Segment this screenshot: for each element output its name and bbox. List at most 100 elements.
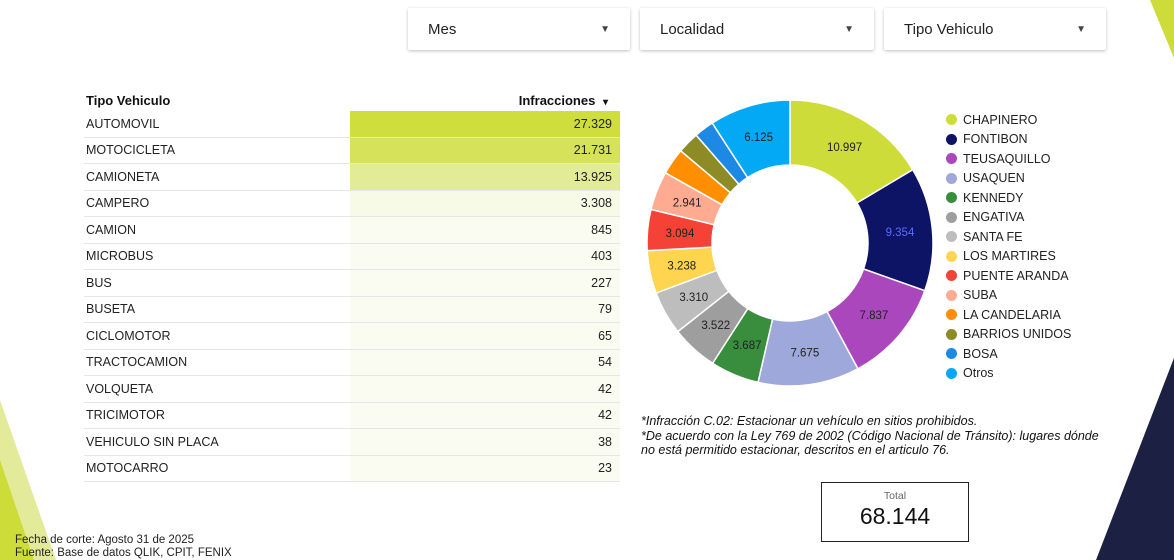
column-header-tipo[interactable]: Tipo Vehiculo	[84, 93, 350, 108]
cell-tipo-vehiculo: BUSETA	[86, 302, 136, 317]
cell-infracciones: 21.731	[350, 137, 620, 163]
chevron-down-icon: ▼	[844, 23, 854, 35]
legend-swatch	[946, 172, 957, 184]
legend-swatch	[946, 289, 957, 301]
filter-mes-label: Mes	[428, 20, 457, 38]
column-header-infracciones[interactable]: Infracciones ▾	[350, 93, 620, 108]
legend-item[interactable]: CHAPINERO	[946, 110, 1071, 130]
infracciones-table: Tipo Vehiculo Infracciones ▾ AUTOMOVIL 27…	[84, 89, 620, 482]
table-body: AUTOMOVIL 27.329 MOTOCICLETA 21.731 CAMIONET…	[84, 111, 620, 482]
table-row[interactable]: CICLOMOTOR 65	[84, 323, 620, 350]
legend-item[interactable]: LA CANDELARIA	[946, 305, 1071, 325]
legend-swatch	[946, 328, 957, 340]
legend-label: CHAPINERO	[963, 112, 1038, 127]
cell-infracciones: 845	[350, 217, 620, 243]
cell-tipo-vehiculo: TRACTOCAMION	[86, 355, 188, 370]
cell-tipo-vehiculo: AUTOMOVIL	[86, 116, 160, 131]
legend-label: LA CANDELARIA	[963, 307, 1061, 322]
legend-swatch	[946, 367, 957, 379]
legend-label: FONTIBON	[963, 132, 1028, 147]
table-row[interactable]: MOTOCARRO 23	[84, 455, 620, 482]
donut-data-label: 3.687	[733, 340, 762, 352]
legend-item[interactable]: BOSA	[946, 344, 1071, 364]
legend-label: TEUSAQUILLO	[963, 151, 1051, 166]
table-row[interactable]: BUSETA 79	[84, 296, 620, 323]
legend-item[interactable]: PUENTE ARANDA	[946, 266, 1071, 286]
cell-tipo-vehiculo: CAMION	[86, 222, 136, 237]
note-line-1: *Infracción C.02: Estacionar un vehículo…	[641, 414, 978, 428]
legend-item[interactable]: SANTA FE	[946, 227, 1071, 247]
legend-label: SUBA	[963, 288, 998, 303]
cell-infracciones: 42	[350, 402, 620, 428]
donut-data-label: 6.125	[744, 132, 773, 144]
column-header-infracciones-label: Infracciones	[518, 92, 596, 108]
total-value: 68.144	[859, 503, 931, 529]
table-row[interactable]: CAMIONETA 13.925	[84, 164, 620, 191]
cell-infracciones: 54	[350, 349, 620, 375]
cell-infracciones: 3.308	[350, 190, 620, 216]
cell-tipo-vehiculo: MICROBUS	[86, 249, 154, 264]
legend-item[interactable]: LOS MARTIRES	[946, 247, 1071, 267]
infraccion-note: *Infracción C.02: Estacionar un vehículo…	[641, 414, 1101, 458]
footer-fecha-corte: Fecha de corte: Agosto 31 de 2025	[15, 534, 195, 546]
filter-mes-dropdown[interactable]: Mes ▼	[408, 8, 630, 50]
cell-tipo-vehiculo: VEHICULO SIN PLACA	[86, 434, 219, 449]
decor-bottom-right-navy	[1096, 358, 1174, 560]
table-row[interactable]: BUS 227	[84, 270, 620, 297]
table-row[interactable]: AUTOMOVIL 27.329	[84, 111, 620, 138]
donut-data-label: 7.675	[790, 347, 819, 359]
legend-swatch	[946, 211, 957, 223]
donut-data-label: 10.997	[827, 142, 862, 154]
legend-item[interactable]: USAQUEN	[946, 169, 1071, 189]
cell-infracciones: 403	[350, 243, 620, 269]
donut-data-label: 2.941	[673, 198, 702, 210]
legend-swatch	[946, 348, 957, 360]
legend-label: Otros	[963, 366, 994, 381]
chevron-down-icon: ▼	[600, 23, 610, 35]
legend-label: KENNEDY	[963, 190, 1024, 205]
legend-item[interactable]: BARRIOS UNIDOS	[946, 325, 1071, 345]
legend-swatch	[946, 309, 957, 321]
table-row[interactable]: VEHICULO SIN PLACA 38	[84, 429, 620, 456]
table-row[interactable]: TRACTOCAMION 54	[84, 349, 620, 376]
legend-swatch	[946, 114, 957, 126]
donut-data-label: 3.094	[666, 228, 695, 240]
chart-legend: CHAPINERO FONTIBON TEUSAQUILLO USAQUEN KENNE…	[946, 110, 1071, 383]
table-row[interactable]: MOTOCICLETA 21.731	[84, 137, 620, 164]
legend-item[interactable]: FONTIBON	[946, 130, 1071, 150]
sort-desc-icon: ▾	[602, 96, 608, 108]
legend-swatch	[946, 153, 957, 165]
donut-data-label: 3.522	[701, 320, 730, 332]
cell-infracciones: 79	[350, 296, 620, 322]
legend-swatch	[946, 231, 957, 243]
legend-item[interactable]: ENGATIVA	[946, 208, 1071, 228]
total-label: Total	[883, 490, 907, 502]
donut-data-label: 3.310	[679, 292, 708, 304]
footer: Fecha de corte: Agosto 31 de 2025 Fuente…	[15, 534, 232, 559]
table-row[interactable]: MICROBUS 403	[84, 243, 620, 270]
table-row[interactable]: CAMPERO 3.308	[84, 190, 620, 217]
cell-infracciones: 42	[350, 376, 620, 402]
table-row[interactable]: VOLQUETA 42	[84, 376, 620, 403]
legend-item[interactable]: SUBA	[946, 286, 1071, 306]
cell-infracciones: 227	[350, 270, 620, 296]
filter-localidad-dropdown[interactable]: Localidad ▼	[640, 8, 874, 50]
legend-item[interactable]: KENNEDY	[946, 188, 1071, 208]
legend-label: SANTA FE	[963, 229, 1023, 244]
legend-item[interactable]: TEUSAQUILLO	[946, 149, 1071, 169]
cell-infracciones: 27.329	[350, 111, 620, 137]
cell-infracciones: 23	[350, 455, 620, 481]
total-card: Total 68.144	[821, 482, 969, 542]
filter-tipo-vehiculo-dropdown[interactable]: Tipo Vehiculo ▼	[884, 8, 1106, 50]
cell-tipo-vehiculo: CICLOMOTOR	[86, 328, 171, 343]
footer-fuente: Fuente: Base de datos QLIK, CPIT, FENIX	[15, 546, 232, 559]
donut-data-label: 7.837	[860, 310, 889, 322]
cell-tipo-vehiculo: CAMPERO	[86, 196, 150, 211]
filter-tipo-vehiculo-label: Tipo Vehiculo	[904, 20, 994, 38]
cell-infracciones: 65	[350, 323, 620, 349]
cell-tipo-vehiculo: MOTOCARRO	[86, 461, 169, 476]
legend-swatch	[946, 192, 957, 204]
table-row[interactable]: TRICIMOTOR 42	[84, 402, 620, 429]
legend-item[interactable]: Otros	[946, 364, 1071, 384]
table-row[interactable]: CAMION 845	[84, 217, 620, 244]
